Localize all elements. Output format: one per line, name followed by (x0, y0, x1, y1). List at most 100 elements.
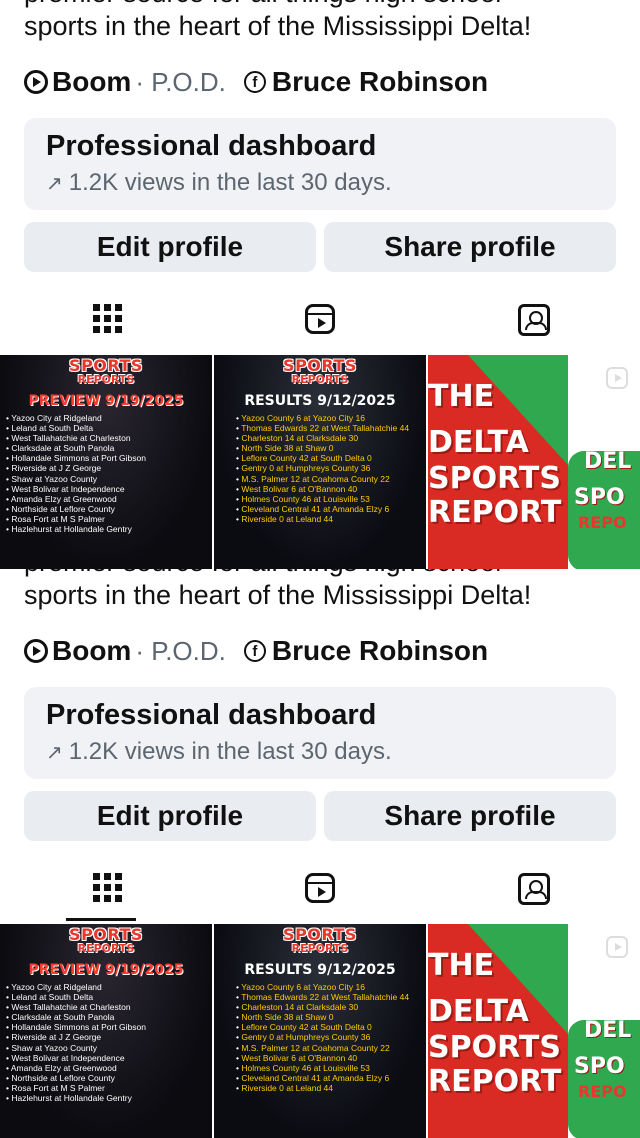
edit-profile-button[interactable]: Edit profile (24, 791, 316, 841)
list-item: Northside at Leflore County (6, 504, 212, 514)
post-preview[interactable]: SPORTS REPORTS PREVIEW 9/19/2025 Yazoo C… (0, 355, 212, 569)
list-item: Northside at Leflore County (6, 1073, 212, 1083)
list-item: Shaw at Yazoo County (6, 474, 212, 484)
list-item: West Bolivar at Independence (6, 484, 212, 494)
sports-reports-logo: SPORTS REPORTS (283, 356, 357, 386)
preview-heading: PREVIEW 9/19/2025 (28, 962, 184, 978)
list-item: West Tallahatchie at Charleston (6, 1002, 212, 1012)
tab-tagged[interactable] (494, 865, 574, 923)
bio-line-cut: premier source for all things high schoo… (24, 0, 501, 9)
dashboard-title: Professional dashboard (46, 699, 377, 731)
post-results[interactable]: SPORTS REPORTS RESULTS 9/12/2025 Yazoo C… (214, 355, 426, 569)
list-item: Riverside 0 at Leland 44 (236, 514, 426, 524)
list-item: Clarksdale at South Panola (6, 443, 212, 453)
tab-grid[interactable] (68, 296, 146, 354)
dashboard-subtitle: ↗ 1.2K views in the last 30 days. (46, 169, 594, 197)
tab-grid[interactable] (68, 865, 146, 923)
profile-section-repeat: premier source for all things high schoo… (0, 569, 640, 1138)
list-item: Amanda Elzy at Greenwood (6, 494, 212, 504)
reel-badge-icon (606, 936, 628, 958)
list-item: Thomas Edwards 22 at West Tallahatchie 4… (236, 423, 426, 433)
trend-arrow-icon: ↗ (46, 172, 63, 195)
dashboard-views: 1.2K views in the last 30 days. (68, 738, 392, 765)
sports-reports-logo: SPORTS REPORTS (283, 925, 357, 955)
list-item: Riverside 0 at Leland 44 (236, 1083, 426, 1093)
list-item: Yazoo County 6 at Yazoo City 16 (236, 413, 426, 423)
dashboard-title: Professional dashboard (46, 130, 377, 162)
share-profile-button[interactable]: Share profile (324, 222, 616, 272)
dashboard-views: 1.2K views in the last 30 days. (68, 169, 392, 196)
list-item: Shaw at Yazoo County (6, 1043, 212, 1053)
list-item: West Tallahatchie at Charleston (6, 433, 212, 443)
bio-text: sports in the heart of the Mississippi D… (24, 11, 532, 41)
list-item: North Side 38 at Shaw 0 (236, 1012, 426, 1022)
share-profile-button[interactable]: Share profile (324, 791, 616, 841)
list-item: Thomas Edwards 22 at West Tallahatchie 4… (236, 992, 426, 1002)
list-item: Cleveland Central 41 at Amanda Elzy 6 (236, 1073, 426, 1083)
list-item: Riverside at J Z George (6, 463, 212, 473)
list-item: Yazoo City at Ridgeland (6, 413, 212, 423)
post-delta-sports-report[interactable]: THE DELTA SPORTS REPORT DEL SPO REPO (428, 355, 640, 569)
list-item: Hazlehurst at Hollandale Gentry (6, 524, 212, 534)
dashboard-subtitle: ↗ 1.2K views in the last 30 days. (46, 738, 594, 766)
list-item: North Side 38 at Shaw 0 (236, 443, 426, 453)
list-item: Hazlehurst at Hollandale Gentry (6, 1093, 212, 1103)
sports-reports-logo: SPORTS REPORTS (69, 925, 143, 955)
tagged-icon (518, 873, 550, 905)
results-list: Yazoo County 6 at Yazoo City 16 Thomas E… (214, 413, 426, 524)
facebook-icon[interactable]: f (243, 71, 266, 93)
reels-icon (305, 304, 335, 334)
list-item: Yazoo City at Ridgeland (6, 982, 212, 992)
professional-dashboard-card[interactable]: Professional dashboard ↗ 1.2K views in t… (24, 118, 616, 210)
list-item: Holmes County 46 at Louisville 53 (236, 1063, 426, 1073)
list-item: M.S. Palmer 12 at Coahoma County 22 (236, 1043, 426, 1053)
post-results[interactable]: SPORTS REPORTS RESULTS 9/12/2025 Yazoo C… (214, 924, 426, 1138)
post-delta-sports-report[interactable]: THE DELTA SPORTS REPORT DEL SPO REPO (428, 924, 640, 1138)
list-item: Yazoo County 6 at Yazoo City 16 (236, 982, 426, 992)
list-item: Gentry 0 at Humphreys County 36 (236, 1032, 426, 1042)
profile-tabs (0, 296, 640, 354)
reels-icon (305, 873, 335, 903)
music-title[interactable]: Boom (52, 635, 131, 667)
profile-section: premier source for all things high schoo… (0, 0, 640, 569)
play-circle-icon[interactable] (24, 70, 48, 94)
list-item: Riverside at J Z George (6, 1032, 212, 1042)
music-artist[interactable]: · P.O.D. (135, 67, 226, 98)
list-item: Gentry 0 at Humphreys County 36 (236, 463, 426, 473)
facebook-link[interactable]: Bruce Robinson (272, 66, 488, 98)
list-item: Cleveland Central 41 at Amanda Elzy 6 (236, 504, 426, 514)
tab-reels[interactable] (280, 865, 360, 923)
tagged-icon (518, 304, 550, 336)
edit-profile-button[interactable]: Edit profile (24, 222, 316, 272)
profile-tabs (0, 865, 640, 923)
play-circle-icon[interactable] (24, 639, 48, 663)
profile-links: Boom · P.O.D. f Bruce Robinson (24, 64, 488, 100)
results-heading: RESULTS 9/12/2025 (244, 393, 396, 409)
post-preview[interactable]: SPORTS REPORTS PREVIEW 9/19/2025 Yazoo C… (0, 924, 212, 1138)
list-item: Hollandale Simmons at Port Gibson (6, 453, 212, 463)
list-item: Leland at South Delta (6, 992, 212, 1002)
selected-tab-indicator (66, 918, 136, 921)
preview-list: Yazoo City at Ridgeland Leland at South … (0, 413, 212, 534)
music-title[interactable]: Boom (52, 66, 131, 98)
list-item: West Bolivar 6 at O'Bannon 40 (236, 1053, 426, 1063)
tab-tagged[interactable] (494, 296, 574, 354)
professional-dashboard-card[interactable]: Professional dashboard ↗ 1.2K views in t… (24, 687, 616, 779)
music-artist[interactable]: · P.O.D. (135, 636, 226, 667)
list-item: Charleston 14 at Clarksdale 30 (236, 1002, 426, 1012)
posts-grid: SPORTS REPORTS PREVIEW 9/19/2025 Yazoo C… (0, 924, 640, 1138)
list-item: West Bolivar 6 at O'Bannon 40 (236, 484, 426, 494)
profile-links: Boom · P.O.D. f Bruce Robinson (24, 633, 488, 669)
list-item: Leland at South Delta (6, 423, 212, 433)
list-item: M.S. Palmer 12 at Coahoma County 22 (236, 474, 426, 484)
grid-icon (92, 304, 122, 333)
bio-text: sports in the heart of the Mississippi D… (24, 580, 532, 610)
tab-reels[interactable] (280, 296, 360, 354)
facebook-link[interactable]: Bruce Robinson (272, 635, 488, 667)
list-item: Holmes County 46 at Louisville 53 (236, 494, 426, 504)
reel-badge-icon (606, 367, 628, 389)
list-item: Charleston 14 at Clarksdale 30 (236, 433, 426, 443)
list-item: Rosa Fort at M S Palmer (6, 1083, 212, 1093)
preview-heading: PREVIEW 9/19/2025 (28, 393, 184, 409)
facebook-icon[interactable]: f (243, 640, 266, 662)
